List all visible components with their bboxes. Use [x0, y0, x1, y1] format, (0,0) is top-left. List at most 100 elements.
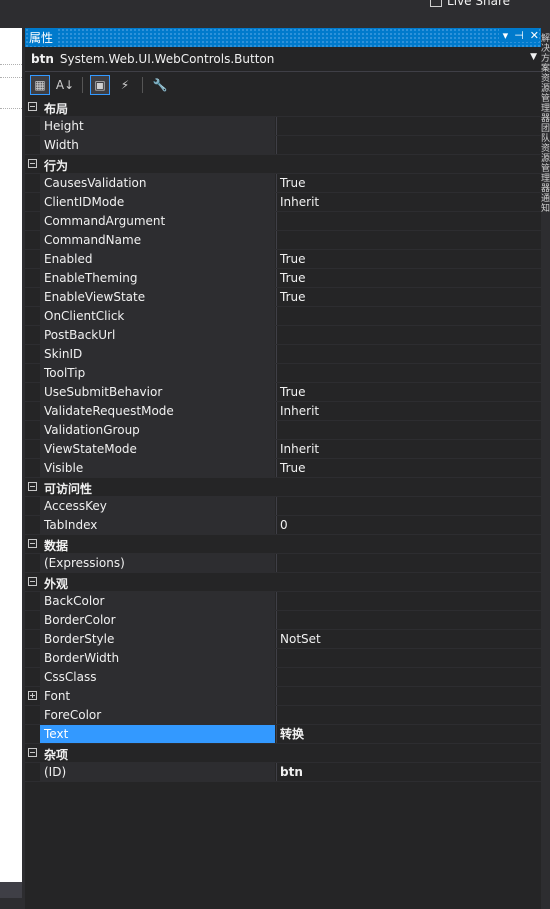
property-row[interactable]: EnableViewState True [25, 288, 541, 307]
property-row[interactable]: CommandName [25, 231, 541, 250]
property-row[interactable]: ClientIDMode Inherit [25, 193, 541, 212]
property-row[interactable]: CausesValidation True [25, 174, 541, 193]
vertical-tab-char: 案 [541, 64, 550, 74]
property-row[interactable]: ToolTip [25, 364, 541, 383]
chevron-down-icon[interactable]: ▼ [530, 52, 537, 62]
property-row[interactable]: PostBackUrl [25, 326, 541, 345]
property-name: ToolTip [40, 364, 275, 382]
right-tool-tabs[interactable]: 解决方案资源管理器团队资源管理器通知 [541, 28, 550, 909]
categorized-view-icon[interactable]: ▦ [30, 75, 50, 95]
property-row[interactable]: UseSubmitBehavior True [25, 383, 541, 402]
property-row[interactable]: Enabled True [25, 250, 541, 269]
collapse-icon[interactable] [28, 539, 37, 548]
property-value[interactable] [276, 231, 541, 249]
top-toolbar: Live Share ⌃ [0, 0, 550, 28]
property-value[interactable] [276, 307, 541, 325]
property-value[interactable] [276, 212, 541, 230]
editor-pane[interactable] [0, 28, 22, 882]
property-value[interactable] [276, 326, 541, 344]
property-row[interactable]: TabIndex 0 [25, 516, 541, 535]
horizontal-scrollbar[interactable] [0, 882, 22, 898]
collapse-icon[interactable] [28, 102, 37, 111]
object-selector[interactable]: btn System.Web.UI.WebControls.Button ▼ [25, 47, 541, 72]
property-row[interactable]: ViewStateMode Inherit [25, 440, 541, 459]
property-row[interactable]: BackColor [25, 592, 541, 611]
property-row-id[interactable]: (ID) btn [25, 763, 541, 782]
property-row[interactable]: BorderWidth [25, 649, 541, 668]
collapse-icon[interactable] [28, 748, 37, 757]
property-value[interactable]: NotSet [276, 630, 541, 648]
panel-title: 属性 [29, 29, 58, 46]
property-row-text-selected[interactable]: Text 转换 [25, 725, 541, 744]
property-value[interactable]: btn [276, 763, 541, 781]
live-share-button[interactable]: Live Share [430, 0, 510, 8]
property-row[interactable]: AccessKey [25, 497, 541, 516]
property-value[interactable] [276, 345, 541, 363]
property-value[interactable] [276, 706, 541, 724]
toolbar-separator [82, 77, 83, 93]
property-value[interactable] [276, 554, 541, 572]
property-value[interactable] [276, 497, 541, 515]
property-row-width[interactable]: Width [25, 136, 541, 155]
category-behavior[interactable]: 行为 [25, 155, 541, 174]
property-value[interactable] [276, 136, 541, 154]
property-row[interactable]: (Expressions) [25, 554, 541, 573]
property-row[interactable]: CssClass [25, 668, 541, 687]
property-row[interactable]: ValidationGroup [25, 421, 541, 440]
property-value[interactable] [276, 687, 541, 705]
property-row[interactable]: Visible True [25, 459, 541, 478]
property-value[interactable]: Inherit [276, 402, 541, 420]
property-value[interactable]: True [276, 383, 541, 401]
property-name: PostBackUrl [40, 326, 275, 344]
property-value[interactable] [276, 592, 541, 610]
property-row[interactable]: SkinID [25, 345, 541, 364]
property-value[interactable]: True [276, 288, 541, 306]
collapse-icon[interactable] [28, 159, 37, 168]
property-name: Visible [40, 459, 275, 477]
property-row[interactable]: ForeColor [25, 706, 541, 725]
alphabetical-sort-icon[interactable]: A↓ [55, 75, 75, 95]
close-icon[interactable]: ✕ [530, 29, 539, 42]
property-value[interactable]: True [276, 174, 541, 192]
category-layout[interactable]: 布局 [25, 98, 541, 117]
window-position-dropdown-icon[interactable]: ▾ [503, 29, 509, 42]
properties-icon[interactable]: ▣ [90, 75, 110, 95]
property-value[interactable]: True [276, 459, 541, 477]
property-value[interactable] [276, 611, 541, 629]
property-value[interactable] [276, 649, 541, 667]
property-value[interactable] [276, 364, 541, 382]
property-value[interactable]: 0 [276, 516, 541, 534]
property-row-height[interactable]: Height [25, 117, 541, 136]
property-pages-icon[interactable]: 🔧 [150, 75, 170, 95]
collapse-icon[interactable] [28, 577, 37, 586]
property-value[interactable] [276, 421, 541, 439]
category-appearance[interactable]: 外观 [25, 573, 541, 592]
property-value[interactable]: Inherit [276, 440, 541, 458]
events-icon[interactable]: ⚡ [115, 75, 135, 95]
property-row-font[interactable]: Font [25, 687, 541, 706]
panel-titlebar[interactable]: 属性 ▾ ⊣ ✕ [25, 28, 541, 47]
property-row[interactable]: BorderColor [25, 611, 541, 630]
property-row[interactable]: BorderStyle NotSet [25, 630, 541, 649]
vertical-tab-char: 解 [541, 34, 550, 44]
caret-up-icon[interactable]: ⌃ [523, 0, 534, 9]
property-row[interactable]: ValidateRequestMode Inherit [25, 402, 541, 421]
expand-icon[interactable] [28, 691, 37, 700]
property-value[interactable] [276, 668, 541, 686]
pin-icon[interactable]: ⊣ [514, 29, 524, 42]
property-value[interactable]: True [276, 250, 541, 268]
property-name: Font [40, 687, 275, 705]
category-misc[interactable]: 杂项 [25, 744, 541, 763]
property-value[interactable]: Inherit [276, 193, 541, 211]
property-row[interactable]: OnClientClick [25, 307, 541, 326]
property-row[interactable]: EnableTheming True [25, 269, 541, 288]
collapse-icon[interactable] [28, 482, 37, 491]
category-data[interactable]: 数据 [25, 535, 541, 554]
property-value[interactable]: True [276, 269, 541, 287]
property-row[interactable]: CommandArgument [25, 212, 541, 231]
category-accessibility[interactable]: 可访问性 [25, 478, 541, 497]
property-value[interactable] [276, 117, 541, 135]
property-value[interactable]: 转换 [276, 725, 541, 743]
category-label: 行为 [44, 159, 69, 173]
property-name: EnableTheming [40, 269, 275, 287]
